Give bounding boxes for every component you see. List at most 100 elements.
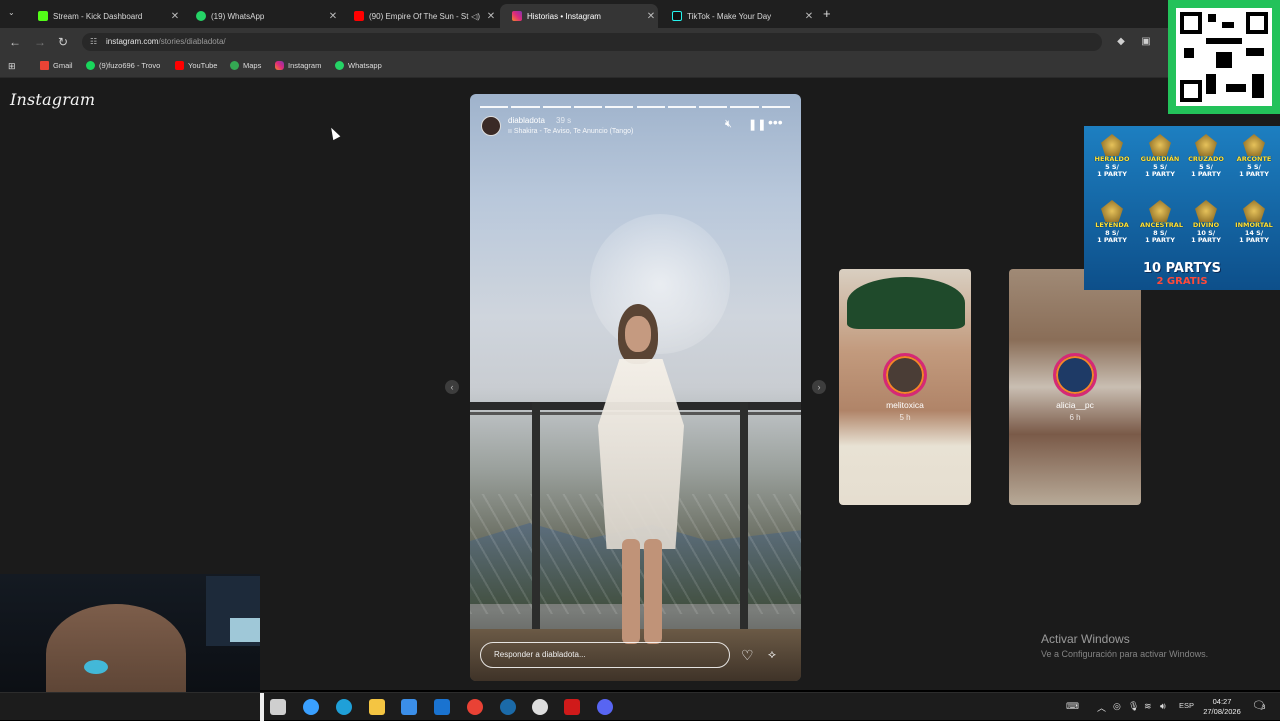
rank-badge: ANCESTRAL 8 S/1 PARTY (1140, 200, 1183, 245)
reload-icon[interactable]: ↻ (55, 34, 71, 50)
qr-module (1206, 74, 1216, 94)
tab-whatsapp[interactable]: (19) WhatsApp ✕ (184, 4, 340, 28)
windows-taskbar: ⌨ ︿ ◎ 🎙︎ ≋ 🔊︎ ESP 04:27 27/08/2026 🗨︎ 3 (0, 692, 1280, 721)
youtube-icon (175, 61, 184, 70)
volume-icon[interactable]: 🔊︎ (1160, 701, 1166, 712)
rank-emblem-icon (1101, 200, 1123, 222)
tab-instagram[interactable]: Historias • Instagram ✕ (500, 4, 658, 28)
store-icon[interactable] (401, 699, 417, 715)
tab-title: TikTok - Make Your Day (687, 11, 772, 21)
qr-module (1184, 48, 1194, 58)
steam-icon[interactable] (500, 699, 516, 715)
story-person (590, 304, 690, 644)
tab-search-icon[interactable]: ⌄ (8, 8, 15, 17)
close-tab-icon[interactable]: ✕ (168, 11, 182, 22)
extension-icon[interactable]: ◆ (1113, 34, 1129, 50)
red-app-icon[interactable] (564, 699, 580, 715)
qr-code-overlay (1168, 0, 1280, 114)
more-options-icon[interactable]: ••• (768, 114, 783, 130)
tab-tiktok[interactable]: TikTok - Make Your Day ✕ (660, 4, 816, 28)
bookmark-instagram[interactable]: Instagram (275, 61, 321, 70)
taskbar-clock[interactable]: 04:27 27/08/2026 (1200, 697, 1244, 717)
story-person-leg (622, 539, 640, 644)
url-host: instagram.com (106, 37, 159, 46)
previous-story-button[interactable]: ‹ (445, 380, 459, 394)
webcam-person (46, 604, 186, 692)
instagram-icon (275, 61, 284, 70)
rank-party: 1 PARTY (1097, 236, 1127, 244)
microphone-icon[interactable]: 🎙︎ (1128, 701, 1139, 712)
bookmark-trovo[interactable]: (9)fuzo696 - Trovo (86, 61, 160, 70)
new-tab-button[interactable]: + (823, 6, 831, 21)
rank-party: 1 PARTY (1239, 170, 1269, 178)
qr-module (1252, 74, 1264, 98)
close-tab-icon[interactable]: ✕ (326, 11, 340, 22)
webcam-screen (230, 618, 260, 642)
rank-badge: ARCONTE 5 S/1 PARTY (1234, 134, 1274, 179)
rank-emblem-icon (1243, 134, 1265, 156)
reply-input[interactable]: Responder a diabladota... (480, 642, 730, 668)
rank-party: 1 PARTY (1145, 236, 1175, 244)
tab-youtube[interactable]: (90) Empire Of The Sun - St ◁) ✕ (342, 4, 498, 28)
instagram-logo[interactable]: Instagram (10, 90, 95, 109)
extensions-puzzle-icon[interactable]: ▣ (1138, 34, 1154, 50)
edge-icon[interactable] (336, 699, 352, 715)
story-preview-alicia[interactable]: alicia__pc 6 h (1009, 269, 1141, 505)
discord-icon[interactable] (597, 699, 613, 715)
close-tab-icon[interactable]: ✕ (644, 11, 658, 22)
tab-kick[interactable]: Stream - Kick Dashboard ✕ (26, 4, 182, 28)
back-icon[interactable]: ← (7, 34, 23, 50)
audio-playing-icon[interactable]: ◁) (471, 12, 480, 21)
like-heart-icon[interactable]: ♡ (741, 647, 754, 664)
mute-icon[interactable]: 🔇︎ (725, 118, 732, 131)
chrome-icon[interactable] (467, 699, 483, 715)
address-bar[interactable]: ☷ instagram.com/stories/diabladota/ (82, 33, 1102, 51)
rank-badge: HERALDO 5 S/1 PARTY (1092, 134, 1132, 179)
language-indicator[interactable]: ESP (1179, 701, 1194, 710)
rank-badge: DIVINO 10 S/1 PARTY (1186, 200, 1226, 245)
close-tab-icon[interactable]: ✕ (802, 11, 816, 22)
story-avatar[interactable] (481, 116, 501, 136)
show-hidden-icons-icon[interactable]: ︿ (1097, 701, 1106, 714)
bookmark-gmail[interactable]: Gmail (40, 61, 73, 70)
site-info-icon[interactable]: ☷ (90, 33, 97, 51)
story-username[interactable]: diabladota (508, 116, 545, 125)
webcam-headphones-light (84, 660, 108, 674)
preview-time: 6 h (1069, 413, 1081, 422)
wifi-icon[interactable]: ≋ (1144, 701, 1152, 712)
rank-badge: GUARDIÁN 5 S/1 PARTY (1140, 134, 1180, 179)
preview-avatar (883, 353, 927, 397)
keyboard-icon[interactable]: ⌨ (1066, 701, 1079, 712)
youtube-icon (354, 11, 364, 21)
bookmark-youtube[interactable]: YouTube (175, 61, 217, 70)
send-icon[interactable]: ⟡ (768, 647, 776, 662)
rank-party: 1 PARTY (1097, 170, 1127, 178)
file-explorer-icon[interactable] (369, 699, 385, 715)
story-preview-melitoxica[interactable]: melitoxica 5 h (839, 269, 971, 505)
promo-subtitle: 2 GRATIS (1156, 276, 1208, 287)
whatsapp-icon (196, 11, 206, 21)
pause-icon[interactable]: ❚❚ (748, 118, 766, 131)
story-viewer[interactable]: diabladota 39 s ıı Shakira - Te Aviso, T… (470, 94, 801, 681)
forward-icon[interactable]: → (32, 34, 48, 50)
rank-badge: LEYENDA 8 S/1 PARTY (1092, 200, 1132, 245)
next-story-button[interactable]: › (812, 380, 826, 394)
outlook-icon[interactable] (434, 699, 450, 715)
obs-icon[interactable] (532, 699, 548, 715)
bookmark-whatsapp[interactable]: Whatsapp (335, 61, 382, 70)
rank-party: 1 PARTY (1239, 236, 1269, 244)
story-song[interactable]: ıı Shakira - Te Aviso, Te Anuncio (Tango… (508, 128, 633, 135)
story-progress-segment (761, 106, 790, 108)
bookmark-label: Gmail (53, 61, 73, 70)
copilot-icon[interactable] (303, 699, 319, 715)
story-time: 39 s (556, 116, 572, 125)
network-icon[interactable]: ◎ (1113, 701, 1121, 712)
bookmark-maps[interactable]: Maps (230, 61, 261, 70)
apps-grid-icon[interactable]: ⊞ (8, 61, 16, 72)
task-view-icon[interactable] (270, 699, 286, 715)
close-tab-icon[interactable]: ✕ (484, 11, 498, 22)
qr-module (1208, 14, 1216, 22)
bookmark-label: (9)fuzo696 - Trovo (99, 61, 161, 70)
story-progress-segment (542, 106, 571, 108)
story-progress-segment (730, 106, 759, 108)
